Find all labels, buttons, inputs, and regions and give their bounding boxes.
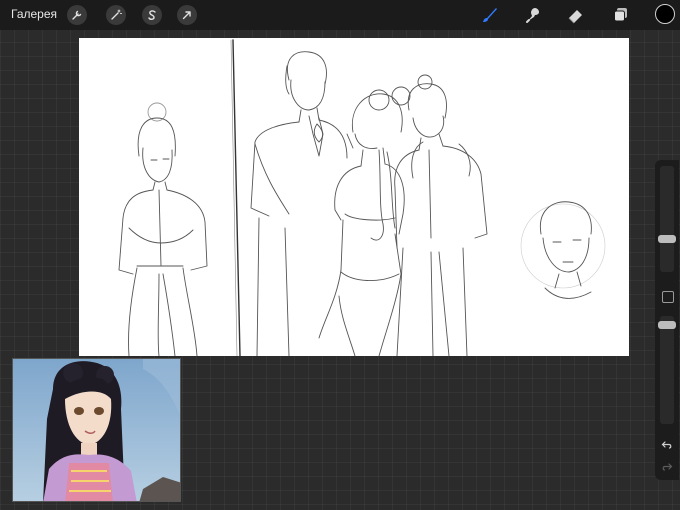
- drawing-canvas[interactable]: [79, 38, 629, 356]
- transform-arrow-icon[interactable]: [177, 5, 197, 25]
- eraser-icon[interactable]: [565, 4, 587, 26]
- undo-arrow-icon[interactable]: [660, 438, 674, 452]
- reference-image-window[interactable]: [12, 358, 181, 502]
- sketch-drawing: [118, 39, 606, 356]
- opacity-slider[interactable]: [658, 316, 676, 424]
- layers-icon[interactable]: [610, 4, 632, 26]
- gallery-button[interactable]: Галерея: [11, 7, 57, 21]
- color-picker-button[interactable]: [655, 4, 675, 24]
- wrench-icon[interactable]: [67, 5, 87, 25]
- brush-size-slider[interactable]: [658, 166, 676, 272]
- brush-size-thumb[interactable]: [658, 234, 676, 243]
- opacity-thumb[interactable]: [658, 321, 676, 329]
- top-toolbar: Галерея: [0, 0, 680, 30]
- selection-s-icon[interactable]: [142, 5, 162, 25]
- magic-wand-icon[interactable]: [106, 5, 126, 25]
- reference-character-image: [13, 359, 180, 501]
- redo-arrow-icon[interactable]: [660, 460, 674, 474]
- right-sidebar: [655, 160, 679, 480]
- brush-icon[interactable]: [478, 4, 500, 26]
- smudge-icon[interactable]: [522, 4, 544, 26]
- square-icon[interactable]: [662, 291, 674, 303]
